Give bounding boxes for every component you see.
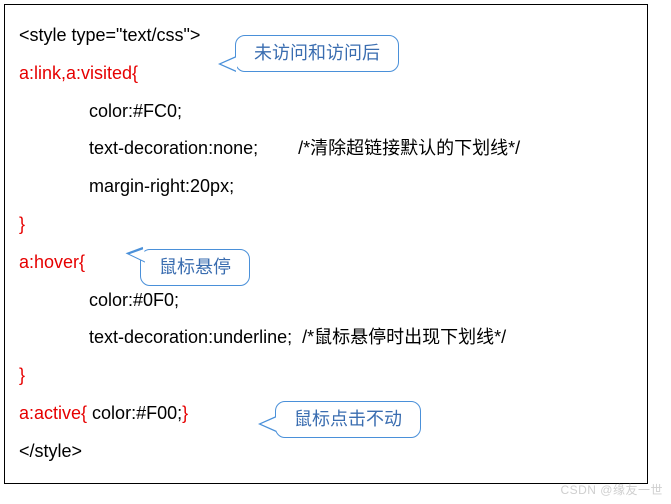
code-text: <style type="text/css"> [19, 25, 200, 45]
callout-link-visited: 未访问和访问后 [235, 35, 399, 72]
callout-hover: 鼠标悬停 [140, 249, 250, 286]
code-line: color:#FC0; [89, 93, 637, 131]
code-gap [258, 138, 298, 158]
code-text: color:#0F0; [89, 290, 179, 310]
code-line: color:#0F0; [89, 282, 637, 320]
code-text: text-decoration:none; [89, 138, 258, 158]
code-comment: /*清除超链接默认的下划线*/ [298, 138, 520, 158]
selector-hover: a:hover{ [19, 252, 85, 272]
code-text: color:#F00; [87, 403, 182, 423]
code-comment: /*鼠标悬停时出现下划线*/ [302, 327, 506, 347]
code-line: margin-right:20px; [89, 168, 637, 206]
code-text: margin-right:20px; [89, 176, 234, 196]
brace-close: } [19, 214, 25, 234]
code-text: text-decoration:underline; [89, 327, 292, 347]
code-line: </style> [19, 433, 637, 471]
code-gap [292, 327, 302, 347]
code-line: a:hover{ [19, 244, 637, 282]
code-text: color:#FC0; [89, 101, 182, 121]
code-line: text-decoration:none; /*清除超链接默认的下划线*/ [89, 130, 637, 168]
watermark: CSDN @缘友一世 [560, 481, 663, 498]
brace-close: } [182, 403, 188, 423]
code-line: } [19, 206, 637, 244]
callout-text: 未访问和访问后 [254, 43, 380, 63]
callout-text: 鼠标悬停 [159, 257, 231, 277]
callout-active: 鼠标点击不动 [275, 401, 421, 438]
brace-close: } [19, 365, 25, 385]
callout-text: 鼠标点击不动 [294, 409, 402, 429]
code-text: </style> [19, 441, 82, 461]
code-line: } [19, 357, 637, 395]
code-block: <style type="text/css"> a:link,a:visited… [4, 4, 648, 484]
selector-link-visited: a:link,a:visited{ [19, 63, 138, 83]
code-line: text-decoration:underline; /*鼠标悬停时出现下划线*… [89, 319, 637, 357]
selector-active: a:active{ [19, 403, 87, 423]
